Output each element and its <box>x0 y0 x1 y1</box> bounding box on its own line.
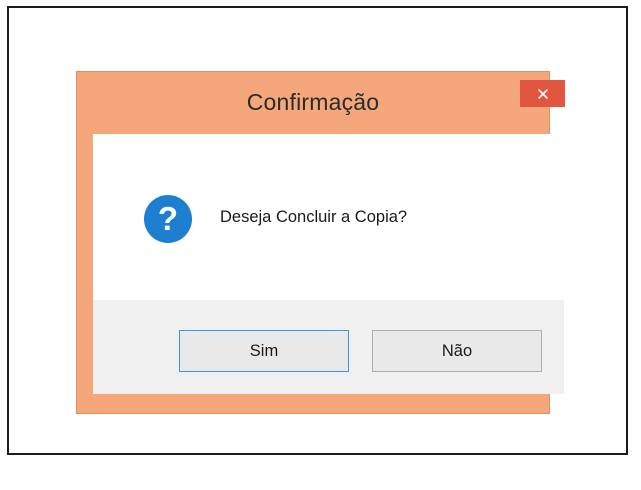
dialog-titlebar[interactable]: Confirmação <box>77 72 565 134</box>
dialog-title: Confirmação <box>246 89 380 115</box>
question-icon: ? <box>144 195 192 243</box>
close-icon <box>537 88 548 99</box>
dialog-client-area: ? Deseja Concluir a Copia? Sim Não <box>93 134 564 394</box>
dialog-message: Deseja Concluir a Copia? <box>220 208 408 226</box>
no-button[interactable]: Não <box>372 330 542 372</box>
close-button[interactable] <box>520 80 565 107</box>
button-area: Sim Não <box>93 300 564 394</box>
confirmation-dialog: Confirmação ? Deseja Concluir a Copia? S… <box>76 71 565 414</box>
svg-text:?: ? <box>158 200 178 237</box>
screenshot-canvas: Confirmação ? Deseja Concluir a Copia? S… <box>0 0 641 490</box>
yes-button[interactable]: Sim <box>179 330 349 372</box>
message-area: ? Deseja Concluir a Copia? <box>93 134 564 300</box>
